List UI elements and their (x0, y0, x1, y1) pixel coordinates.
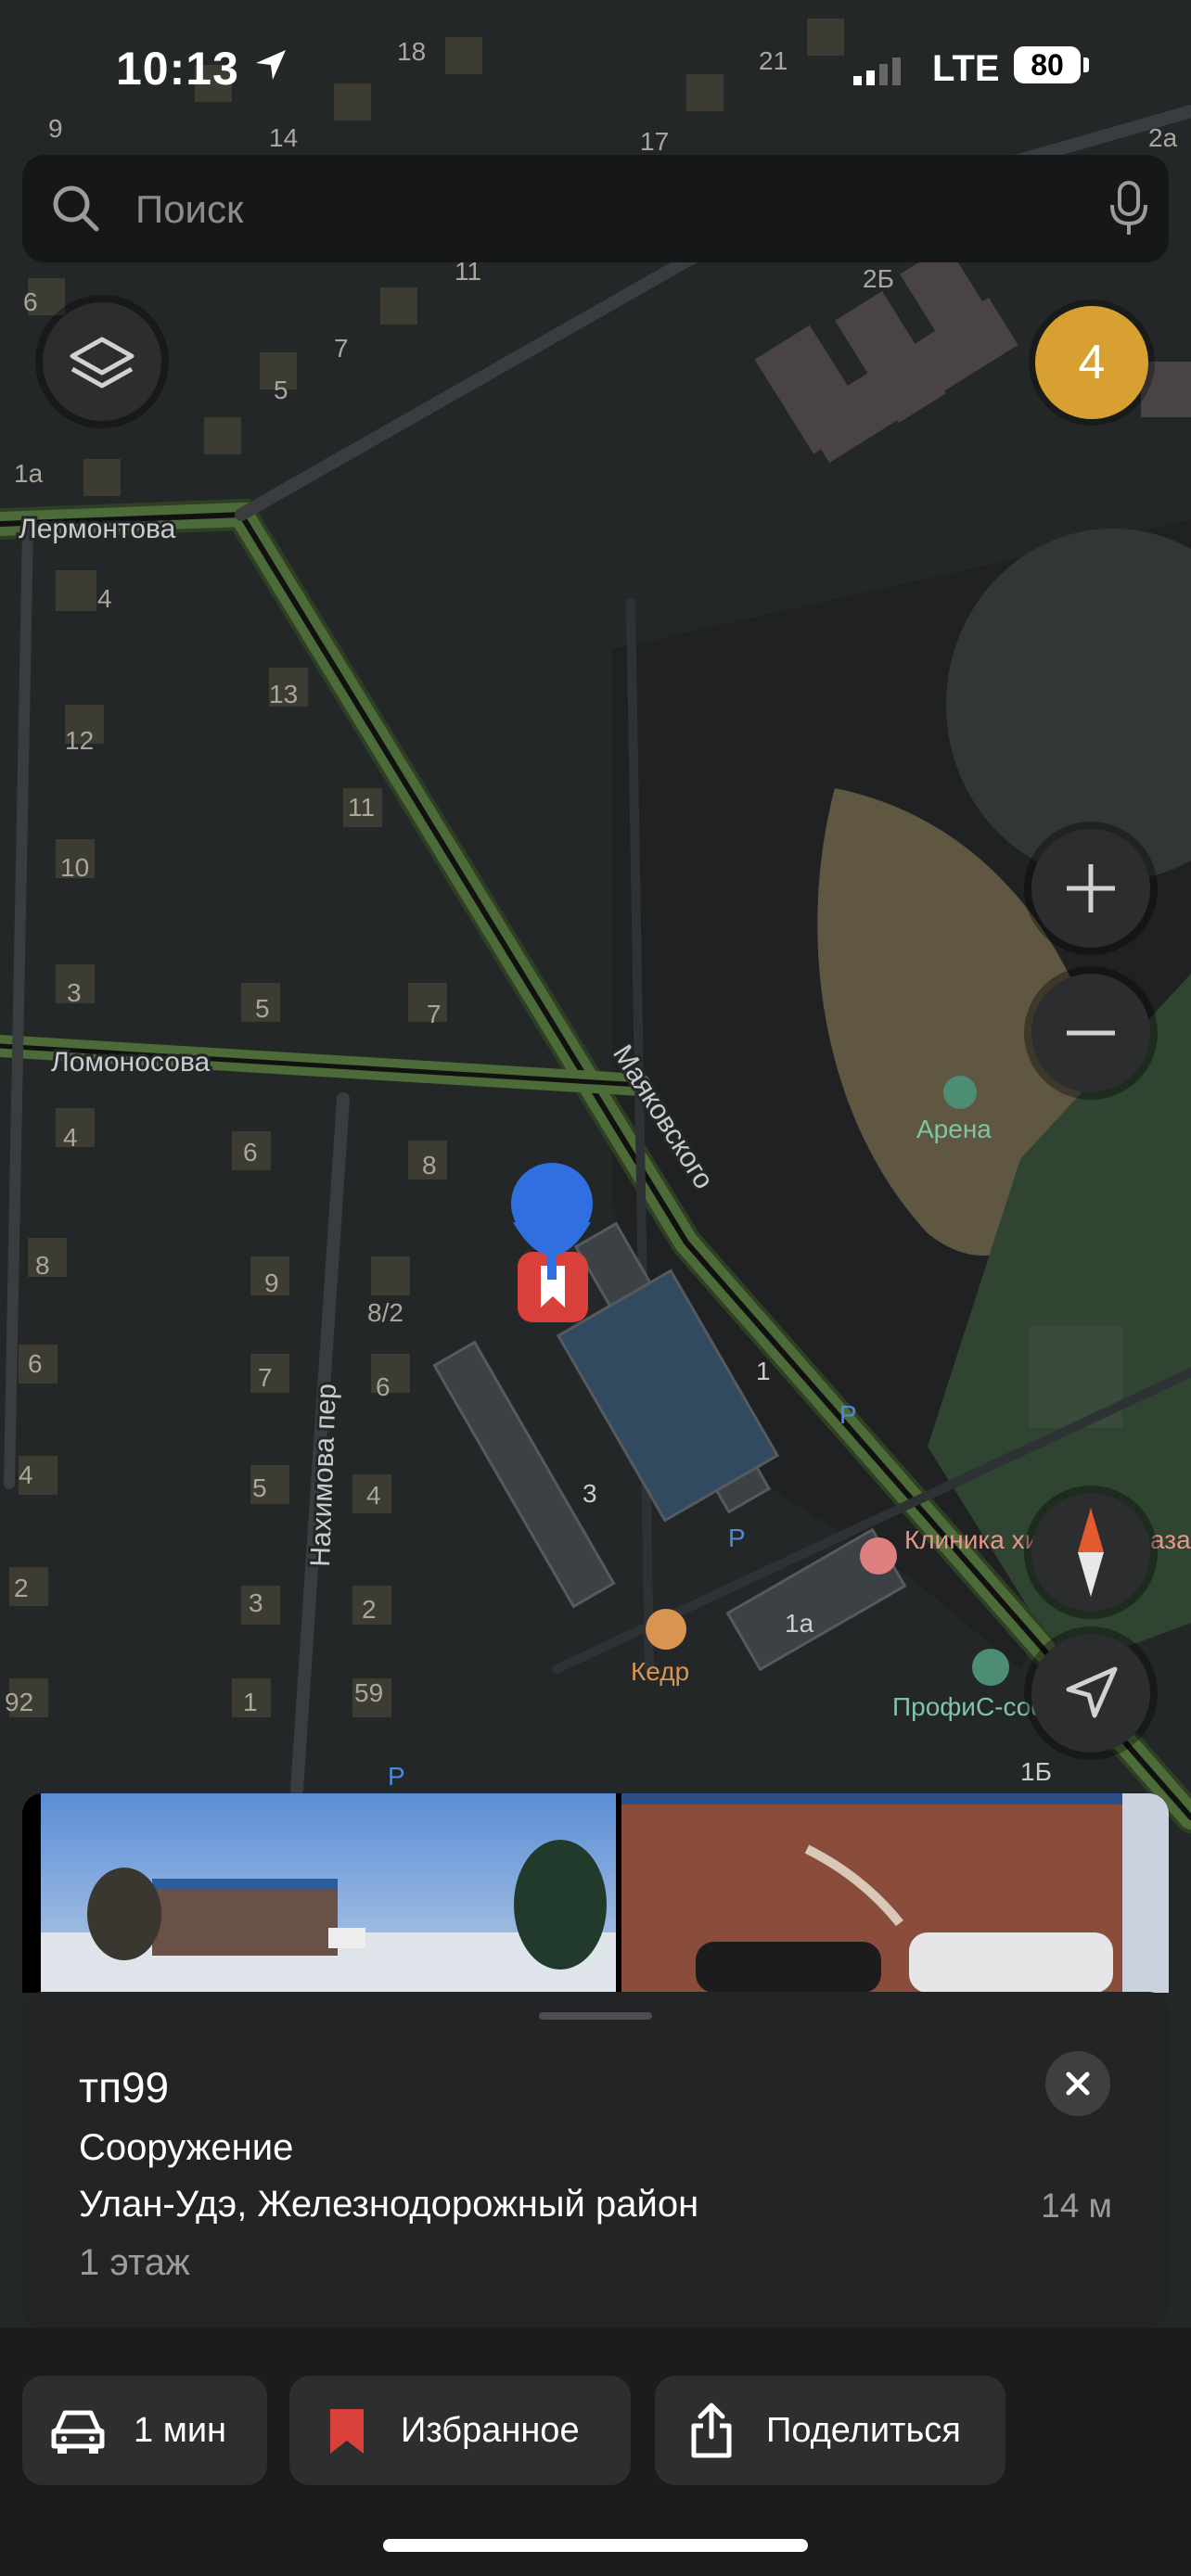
search-input[interactable] (134, 155, 1065, 264)
place-photo[interactable] (41, 1793, 616, 1993)
place-type: Сооружение (79, 2127, 294, 2168)
compass-icon (1078, 1508, 1104, 1597)
house-number: 7 (258, 1363, 273, 1392)
street-label-nakhimova: Нахимова пер (305, 1384, 342, 1568)
street-label-lermontova: Лермонтова (19, 514, 176, 544)
status-time: 10:13 (116, 43, 239, 95)
poi-kedr: Кедр (631, 1657, 689, 1686)
house-number: 5 (255, 994, 270, 1023)
house-number: 92 (5, 1688, 33, 1716)
place-title: тп99 (79, 2063, 170, 2111)
car-icon (51, 2410, 105, 2454)
search-icon (53, 185, 99, 232)
search-bar[interactable] (22, 155, 1169, 264)
layers-icon (70, 337, 134, 389)
house-number: 2Б (863, 264, 894, 293)
house-number: 2а (1148, 123, 1178, 152)
house-number: 4 (19, 1460, 33, 1489)
minus-icon (1067, 1030, 1115, 1036)
microphone-icon[interactable] (1103, 179, 1155, 238)
place-card: тп99 Сооружение Улан-Удэ, Железнодорожны… (22, 1992, 1169, 2327)
house-number: 10 (60, 853, 89, 882)
house-number: 3 (67, 978, 82, 1007)
sheet-grabber[interactable] (539, 2012, 652, 2020)
building-number: 1Б (1020, 1757, 1052, 1786)
house-number: 4 (366, 1481, 381, 1510)
house-number: 4 (97, 584, 112, 613)
notification-badge[interactable]: 4 (1035, 306, 1148, 419)
svg-text:P: P (728, 1524, 746, 1552)
house-number: 9 (48, 114, 63, 143)
house-number: 4 (63, 1123, 78, 1152)
close-icon (1066, 2072, 1090, 2096)
route-time: 1 мин (134, 2411, 227, 2450)
building-number: 3 (583, 1479, 597, 1508)
status-bar: 10:13 LTE 80 (0, 37, 1191, 102)
house-number: 7 (427, 1000, 442, 1028)
place-distance: 14 м (1041, 2187, 1112, 2225)
house-number: 17 (640, 127, 669, 156)
compass-button[interactable] (1031, 1493, 1150, 1612)
layers-button[interactable] (43, 302, 161, 421)
house-number: 8/2 (367, 1298, 403, 1327)
building-number: 1а (785, 1609, 814, 1638)
zoom-out-button[interactable] (1031, 974, 1150, 1092)
house-number: 2 (362, 1595, 377, 1624)
poi-arena: Арена (916, 1115, 992, 1143)
house-number: 59 (354, 1678, 383, 1707)
house-number: 1а (14, 459, 44, 488)
location-arrow-icon (256, 50, 286, 80)
place-floors: 1 этаж (79, 2242, 190, 2283)
house-number: 8 (422, 1151, 437, 1180)
battery-icon (1083, 57, 1089, 72)
share-icon (691, 2403, 732, 2458)
house-number: 6 (376, 1372, 391, 1401)
house-number: 1 (243, 1688, 258, 1716)
house-number: 8 (35, 1251, 50, 1280)
house-number: 9 (264, 1269, 279, 1297)
house-number: 14 (269, 123, 298, 152)
battery-level: 80 (1014, 46, 1081, 83)
house-number: 7 (334, 334, 349, 363)
plus-icon (1067, 864, 1115, 912)
route-button[interactable]: 1 мин (22, 2376, 267, 2485)
favorite-label: Избранное (401, 2411, 580, 2450)
house-number: 13 (269, 680, 298, 708)
house-number: 3 (249, 1588, 263, 1617)
building-number: 1 (756, 1357, 771, 1385)
place-photos[interactable] (22, 1793, 1169, 1993)
home-indicator[interactable] (383, 2539, 808, 2552)
place-address: Улан-Удэ, Железнодорожный район (79, 2184, 699, 2225)
close-button[interactable] (1045, 2051, 1110, 2116)
svg-text:P: P (388, 1762, 405, 1791)
house-number: 5 (252, 1473, 267, 1502)
house-number: 6 (28, 1349, 43, 1378)
favorite-button[interactable]: Избранное (289, 2376, 631, 2485)
bookmark-icon (330, 2409, 364, 2454)
street-label-lomonosova: Ломоносова (51, 1047, 211, 1078)
zoom-in-button[interactable] (1031, 829, 1150, 948)
my-location-button[interactable] (1031, 1634, 1150, 1753)
house-number: 2 (14, 1574, 29, 1602)
house-number: 5 (274, 376, 288, 404)
signal-icon (853, 57, 901, 85)
navigation-arrow-icon (1066, 1666, 1118, 1718)
place-photo[interactable] (621, 1793, 1169, 1993)
svg-text:P: P (839, 1400, 857, 1429)
share-label: Поделиться (766, 2411, 961, 2450)
house-number: 6 (23, 287, 38, 316)
share-button[interactable]: Поделиться (655, 2376, 1005, 2485)
network-type: LTE (932, 48, 1000, 89)
action-bar: 1 мин Избранное Поделиться (0, 2327, 1191, 2576)
house-number: 6 (243, 1138, 258, 1167)
house-number: 11 (348, 793, 375, 822)
house-number: 12 (65, 726, 94, 755)
